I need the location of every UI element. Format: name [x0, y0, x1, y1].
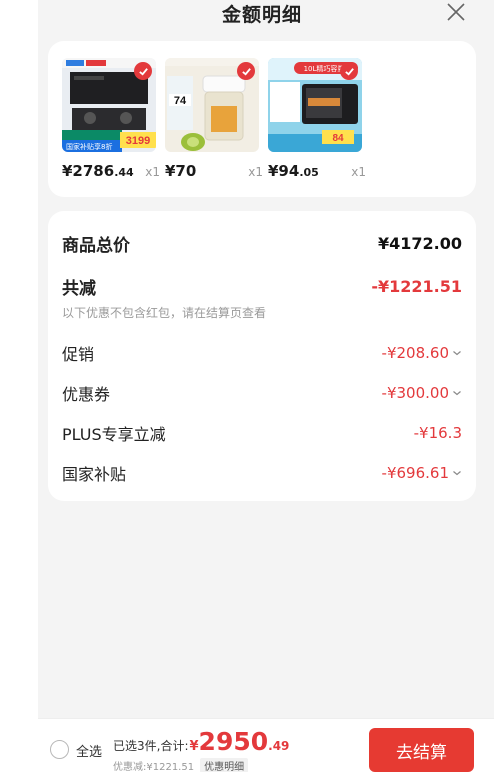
- discount-text: 优惠减:¥1221.51: [113, 762, 195, 772]
- coupon-label: 优惠券: [62, 385, 111, 404]
- total-amount-dec: .49: [268, 739, 290, 753]
- toaster-oven-image: 10L精巧容量 84: [268, 58, 362, 152]
- price-summary-card: 商品总价 ¥4172.00 共减 -¥1221.51 以下优惠不包含红包，请在结…: [48, 211, 476, 501]
- product-item[interactable]: 10L精巧容量 84 ¥94.05 x1: [268, 58, 366, 180]
- national-subsidy-amount: -¥696.61: [381, 464, 449, 482]
- price-int: ¥94: [268, 162, 300, 180]
- product-price: ¥94.05: [268, 162, 319, 180]
- national-subsidy-row[interactable]: 国家补贴 -¥696.61: [62, 461, 462, 485]
- total-reduce-row: 共减 -¥1221.51: [62, 274, 462, 299]
- selected-check-icon[interactable]: [134, 62, 152, 80]
- amount-detail-sheet: 金额明细 3199 国家补贴享8折 ¥2786.44 x1 74 ¥70 x1 …: [38, 0, 494, 772]
- product-price: ¥70: [165, 162, 196, 180]
- promo-tag: 10L精巧容量: [304, 64, 345, 73]
- price-dec: .44: [114, 166, 134, 179]
- discount-summary: 优惠减:¥1221.51 优惠明细: [113, 758, 249, 772]
- promotion-row[interactable]: 促销 -¥208.60: [62, 341, 462, 365]
- chevron-down-icon: [453, 471, 461, 476]
- plus-discount-value: -¥16.3: [413, 424, 462, 442]
- selected-check-icon[interactable]: [237, 62, 255, 80]
- selected-count-text: 已选3件,合计:: [113, 739, 189, 753]
- national-subsidy-label: 国家补贴: [62, 465, 127, 484]
- checkout-bar: 全选 已选3件,合计: ¥ 2950 .49 优惠减:¥1221.51 优惠明细…: [38, 718, 494, 772]
- total-price-label: 商品总价: [62, 236, 130, 256]
- price-int: ¥70: [165, 162, 197, 180]
- chevron-down-icon: [453, 351, 461, 356]
- total-price-row: 商品总价 ¥4172.00: [62, 231, 462, 256]
- promo-price-tag: 74: [174, 95, 187, 107]
- selected-check-icon[interactable]: [340, 62, 358, 80]
- select-all-radio[interactable]: [50, 740, 69, 759]
- promotion-value: -¥208.60: [382, 344, 462, 362]
- product-item[interactable]: 74 ¥70 x1: [165, 58, 263, 180]
- range-hood-stove-image: 3199 国家补贴享8折: [62, 58, 156, 152]
- select-all-label[interactable]: 全选: [76, 741, 102, 760]
- promotion-amount: -¥208.60: [381, 344, 449, 362]
- coupon-row[interactable]: 优惠券 -¥300.00: [62, 381, 462, 405]
- promotion-label: 促销: [62, 345, 95, 364]
- coupon-amount: -¥300.00: [381, 384, 449, 402]
- total-reduce-label: 共减: [62, 279, 96, 299]
- total-amount-int: 2950: [198, 727, 269, 756]
- total-reduce-value: -¥1221.51: [371, 277, 462, 296]
- discount-detail-link[interactable]: 优惠明细: [200, 758, 249, 772]
- promo-price-tag: 84: [332, 133, 344, 144]
- discount-note: 以下优惠不包含红包，请在结算页查看: [62, 306, 267, 320]
- coupon-value: -¥300.00: [382, 384, 462, 402]
- food-chopper-image: 74: [165, 58, 259, 152]
- product-item[interactable]: 3199 国家补贴享8折 ¥2786.44 x1: [62, 58, 160, 180]
- national-subsidy-value: -¥696.61: [382, 464, 462, 482]
- product-qty: x1: [351, 165, 366, 179]
- currency-symbol: ¥: [189, 739, 199, 754]
- close-icon[interactable]: [444, 0, 468, 24]
- page-title: 金额明细: [221, 4, 302, 26]
- plus-discount-label: PLUS专享立减: [62, 425, 166, 444]
- chevron-down-icon: [453, 391, 461, 396]
- product-qty: x1: [248, 165, 263, 179]
- product-price: ¥2786.44: [62, 162, 134, 180]
- sheet-header: 金额明细: [38, 0, 494, 28]
- price-dec: .05: [299, 166, 319, 179]
- total-price-value: ¥4172.00: [377, 234, 462, 253]
- promo-price-tag: 3199: [126, 135, 150, 147]
- product-qty: x1: [145, 165, 160, 179]
- product-list-card: 3199 国家补贴享8折 ¥2786.44 x1 74 ¥70 x1 10L精巧…: [48, 41, 476, 197]
- price-int: ¥2786: [62, 162, 115, 180]
- promo-tag: 国家补贴享8折: [66, 142, 112, 151]
- checkout-button[interactable]: 去结算: [369, 728, 474, 772]
- order-total: 已选3件,合计: ¥ 2950 .49: [113, 729, 289, 754]
- plus-discount-row: PLUS专享立减 -¥16.3: [62, 421, 462, 445]
